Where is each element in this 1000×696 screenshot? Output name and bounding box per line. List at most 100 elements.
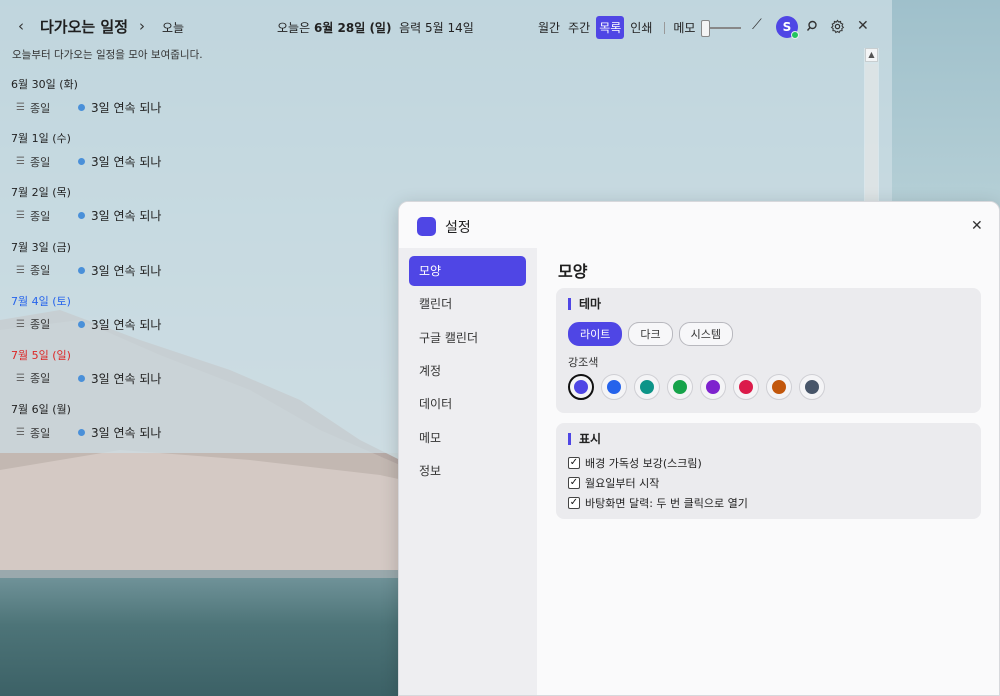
toolbar-divider — [664, 21, 666, 34]
settings-nav-calendar[interactable]: 캘린더 — [409, 289, 526, 319]
drag-handle-icon[interactable]: ☰ — [16, 427, 30, 438]
event-title[interactable]: 3일 연속 되나 — [91, 370, 161, 387]
desktop-doubleclick-checkbox-row[interactable]: ✓ 바탕화면 달력: 두 번 클릭으로 열기 — [568, 495, 748, 511]
scrim-checkbox-row[interactable]: ✓ 배경 가독성 보강(스크림) — [568, 455, 702, 471]
accent-color-dot — [805, 380, 819, 394]
drag-handle-icon[interactable]: ☰ — [16, 265, 30, 276]
page-title: 다가오는 일정 — [40, 18, 129, 36]
theme-card: 테마 라이트 다크 시스템 강조색 — [556, 288, 981, 413]
day-label: 7월 4일 (토) — [11, 294, 71, 308]
monday-start-checkbox-row[interactable]: ✓ 월요일부터 시작 — [568, 475, 659, 491]
accent-color-dot — [706, 380, 720, 394]
theme-card-title: 테마 — [568, 298, 601, 310]
accent-color-dot — [673, 380, 687, 394]
accent-color-swatch[interactable] — [799, 374, 825, 400]
event-row[interactable]: ☰ 종일 3일 연속 되나 — [16, 99, 161, 116]
settings-header: 설정 ✕ — [399, 202, 999, 248]
settings-nav-data[interactable]: 데이터 — [409, 389, 526, 419]
prev-arrow-icon[interactable]: ‹ — [18, 17, 24, 35]
event-title[interactable]: 3일 연속 되나 — [91, 262, 161, 279]
day-label: 7월 6일 (월) — [11, 403, 71, 417]
search-icon[interactable] — [806, 20, 818, 32]
desktop-doubleclick-checkbox[interactable]: ✓ — [568, 497, 580, 509]
view-monthly-button[interactable]: 월간 — [536, 16, 562, 39]
accent-color-swatch[interactable] — [766, 374, 792, 400]
display-card: 표시 ✓ 배경 가독성 보강(스크림) ✓ 월요일부터 시작 ✓ 바탕화면 달력… — [556, 423, 981, 519]
accent-color-swatch[interactable] — [634, 374, 660, 400]
theme-options: 라이트 다크 시스템 — [568, 322, 739, 346]
accent-color-dot — [574, 380, 588, 394]
allday-label: 종일 — [30, 264, 51, 278]
event-row[interactable]: ☰ 종일 3일 연속 되나 — [16, 316, 161, 333]
close-icon[interactable]: ✕ — [857, 18, 869, 34]
view-list-button[interactable]: 목록 — [596, 16, 625, 39]
calendar-toolbar: ‹ 다가오는 일정 › 오늘 오늘은 6월 28일 (일) 음력 5월 14일 … — [0, 0, 892, 46]
event-title[interactable]: 3일 연속 되나 — [91, 316, 161, 333]
settings-close-icon[interactable]: ✕ — [971, 218, 983, 234]
memo-slider-knob[interactable] — [701, 19, 711, 37]
event-title[interactable]: 3일 연속 되나 — [91, 153, 161, 170]
allday-label: 종일 — [30, 209, 51, 223]
app-logo-icon — [417, 217, 436, 236]
monday-start-checkbox-label: 월요일부터 시작 — [585, 477, 660, 490]
accent-color-swatch[interactable] — [700, 374, 726, 400]
accent-color-swatch[interactable] — [568, 374, 594, 400]
settings-nav-appearance[interactable]: 모양 — [409, 256, 526, 286]
settings-sidebar: 모양 캘린더 구글 캘린더 계정 데이터 메모 정보 — [399, 248, 537, 695]
accent-color-swatch[interactable] — [601, 374, 627, 400]
event-title[interactable]: 3일 연속 되나 — [91, 424, 161, 441]
theme-system-option[interactable]: 시스템 — [678, 322, 733, 346]
memo-label: 메모 — [673, 21, 696, 35]
view-weekly-button[interactable]: 주간 — [566, 16, 592, 39]
drag-handle-icon[interactable]: ☰ — [16, 373, 30, 384]
settings-nav-google-calendar[interactable]: 구글 캘린더 — [409, 323, 526, 353]
settings-content: 모양 테마 라이트 다크 시스템 강조색 표시 ✓ 배경 가독성 보강(스크림)… — [537, 248, 999, 695]
event-color-dot — [78, 158, 85, 166]
event-color-dot — [78, 104, 85, 111]
section-heading: 모양 — [558, 262, 588, 281]
monday-start-checkbox[interactable]: ✓ — [568, 477, 580, 489]
event-row[interactable]: ☰ 종일 3일 연속 되나 — [16, 262, 161, 279]
day-label: 7월 5일 (일) — [11, 348, 71, 362]
event-row[interactable]: ☰ 종일 3일 연속 되나 — [16, 370, 161, 387]
theme-dark-option[interactable]: 다크 — [628, 322, 673, 346]
drag-handle-icon[interactable]: ☰ — [16, 102, 30, 113]
accent-color-dot — [640, 380, 654, 394]
drag-handle-icon[interactable]: ☰ — [16, 319, 30, 330]
settings-nav-account[interactable]: 계정 — [409, 356, 526, 386]
event-color-dot — [78, 320, 85, 328]
next-arrow-icon[interactable]: › — [139, 17, 145, 35]
accent-color-swatch[interactable] — [733, 374, 759, 400]
scrim-toggle-icon[interactable]: ⟋ — [752, 17, 762, 33]
scroll-up-arrow-icon[interactable]: ▲ — [865, 48, 878, 62]
gear-icon[interactable] — [830, 19, 845, 34]
today-button[interactable]: 오늘 — [162, 19, 184, 36]
event-title[interactable]: 3일 연속 되나 — [91, 99, 161, 116]
event-row[interactable]: ☰ 종일 3일 연속 되나 — [16, 424, 161, 441]
theme-light-option[interactable]: 라이트 — [568, 322, 623, 346]
avatar-initial: S — [782, 20, 792, 34]
event-color-dot — [78, 429, 85, 437]
settings-nav-memo[interactable]: 메모 — [409, 423, 526, 453]
accent-color-swatch[interactable] — [667, 374, 693, 400]
print-button[interactable]: 인쇄 — [628, 16, 654, 39]
scrim-checkbox-label: 배경 가독성 보강(스크림) — [585, 457, 702, 470]
memo-slider[interactable] — [701, 19, 742, 37]
day-label: 6월 30일 (화) — [11, 78, 78, 91]
allday-label: 종일 — [30, 101, 51, 115]
event-title[interactable]: 3일 연속 되나 — [91, 207, 161, 224]
drag-handle-icon[interactable]: ☰ — [16, 156, 30, 167]
settings-nav-info[interactable]: 정보 — [409, 456, 526, 486]
scrim-checkbox[interactable]: ✓ — [568, 457, 580, 469]
view-switcher: 월간 주간 목록 인쇄 메모 — [536, 16, 742, 39]
event-row[interactable]: ☰ 종일 3일 연속 되나 — [16, 153, 161, 170]
settings-title: 설정 — [445, 220, 471, 236]
settings-dialog: 설정 ✕ 모양 캘린더 구글 캘린더 계정 데이터 메모 정보 모양 테마 라이… — [398, 201, 1000, 696]
day-label: 7월 1일 (수) — [11, 132, 71, 146]
page-subtitle: 오늘부터 다가오는 일정을 모아 보여줍니다. — [12, 49, 203, 61]
event-row[interactable]: ☰ 종일 3일 연속 되나 — [16, 207, 161, 224]
list-item: 7월 1일 (수) ☰ 종일 3일 연속 되나 — [0, 124, 860, 178]
accent-color-swatches — [568, 374, 832, 400]
avatar[interactable]: S — [776, 16, 799, 39]
drag-handle-icon[interactable]: ☰ — [16, 210, 30, 221]
